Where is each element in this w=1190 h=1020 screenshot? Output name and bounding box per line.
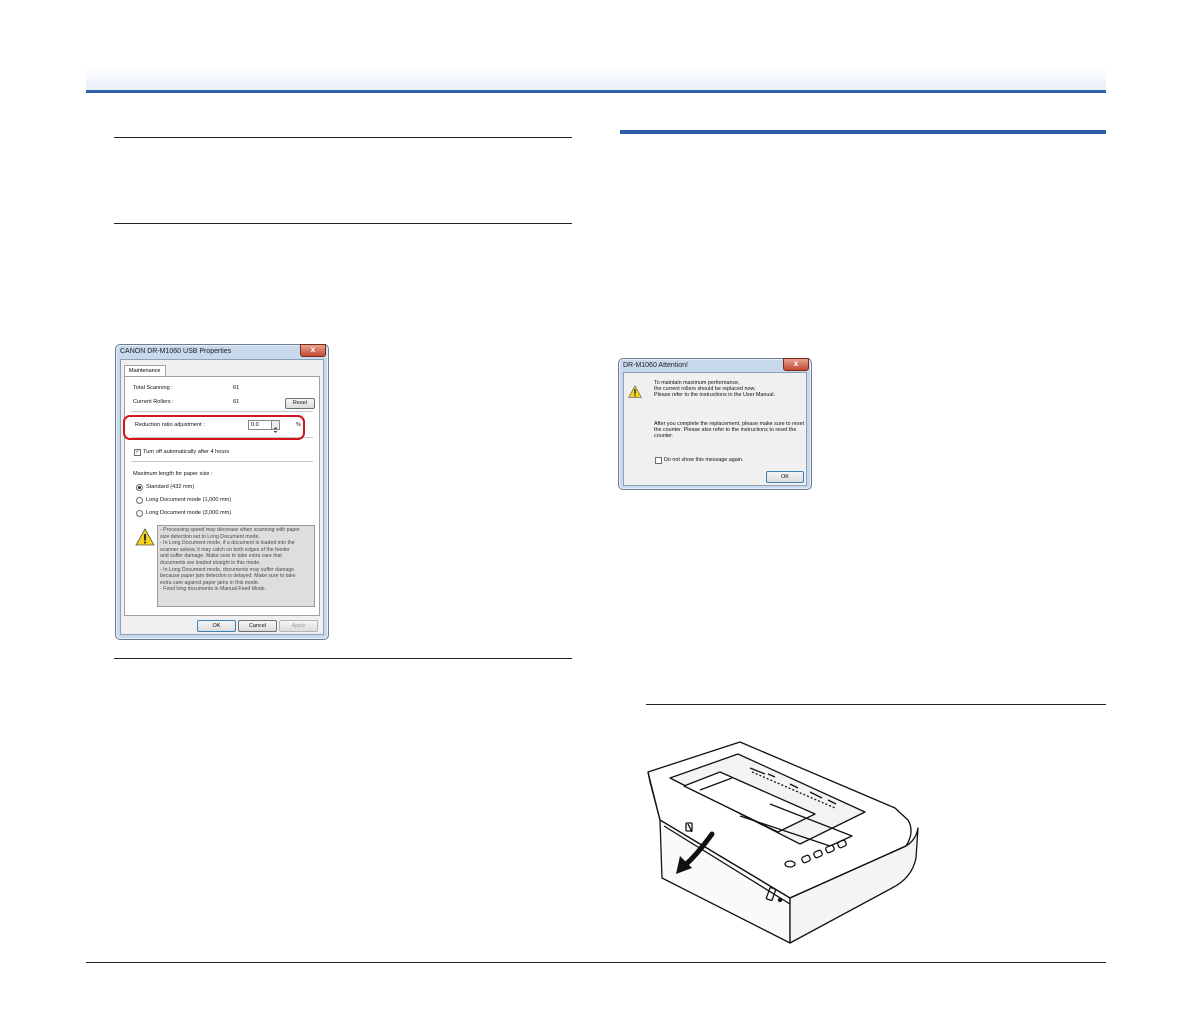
attention-dialog-title: DR-M1060 Attention! <box>623 362 688 369</box>
info-line: documents are loaded straight in this mo… <box>160 559 261 566</box>
ok-button[interactable]: OK <box>766 471 804 483</box>
reduction-ratio-highlight <box>123 415 305 440</box>
page-footer-rule <box>86 962 1106 963</box>
max-length-label: Maximum length for paper size : <box>133 471 213 477</box>
do-not-show-checkbox[interactable] <box>655 457 662 464</box>
radio-long-1000[interactable] <box>136 497 143 504</box>
current-rollers-value: 61 <box>233 399 240 405</box>
auto-off-checkbox[interactable]: ✓ <box>134 449 141 456</box>
separator <box>131 411 313 412</box>
do-not-show-label: Do not show this message again. <box>664 457 744 463</box>
radio-long-3000[interactable] <box>136 510 143 517</box>
info-line: - Processing speed may decrease when sca… <box>160 527 300 533</box>
radio-standard-label: Standard (432 mm) <box>146 484 195 490</box>
warning-icon <box>135 528 155 546</box>
attention-dialog: DR-M1060 Attention! x To maintain maximu… <box>618 358 812 490</box>
separator <box>131 461 313 462</box>
attention-client-area: To maintain maximum performance, the cur… <box>623 372 807 486</box>
left-rule-2 <box>114 223 572 224</box>
current-rollers-label: Current Rollers : <box>133 399 174 405</box>
long-document-info-box: - Processing speed may decrease when sca… <box>157 525 315 607</box>
close-icon: x <box>793 359 799 368</box>
total-scanning-label: Total Scanning : <box>133 385 173 391</box>
warning-icon <box>628 385 642 398</box>
reset-button[interactable]: Reset <box>285 398 315 409</box>
dialog-client-area: Maintenance Total Scanning : 61 Current … <box>120 359 324 635</box>
cancel-button[interactable]: Cancel <box>238 620 277 632</box>
radio-long-3000-label: Long Document mode (3,000 mm) <box>146 510 232 516</box>
total-scanning-value: 61 <box>233 385 240 391</box>
apply-button[interactable]: Apply <box>279 620 318 632</box>
message-line: the counter. Please also refer to the in… <box>654 427 797 434</box>
message-line: Please refer to the instructions in the … <box>654 392 776 399</box>
info-line: because paper jam detection is delayed. … <box>160 573 296 580</box>
radio-long-1000-label: Long Document mode (1,000 mm) <box>146 497 232 503</box>
auto-off-label: Turn off automatically after 4 hours <box>143 449 230 455</box>
close-icon: x <box>310 345 316 354</box>
message-line: counter. <box>654 433 674 440</box>
info-line: extra care against paper jams in this mo… <box>160 579 260 586</box>
page-header-band <box>86 66 1106 90</box>
info-line: - In Long Document mode, if a document i… <box>160 540 295 547</box>
info-line: and suffer damage. Make sure to take ext… <box>160 553 282 560</box>
left-rule-1 <box>114 137 572 138</box>
close-button[interactable]: x <box>783 358 809 371</box>
scanner-illustration <box>647 741 919 944</box>
maintenance-panel: Total Scanning : 61 Current Rollers : 61… <box>124 376 320 616</box>
info-line: - In Long Document mode, documents may s… <box>160 566 294 573</box>
info-line: size detection set to Long Document mode… <box>160 533 260 540</box>
page-header-rule <box>86 90 1106 93</box>
properties-dialog: CANON DR-M1060 USB Properties x Maintena… <box>115 344 329 640</box>
attention-message-top: To maintain maximum performance, the cur… <box>654 380 775 399</box>
attention-message-bottom: After you complete the replacement, plea… <box>654 421 804 440</box>
close-button[interactable]: x <box>300 344 326 357</box>
left-rule-3 <box>114 658 572 659</box>
info-line: - Feed long documents in Manual Feed Mod… <box>160 586 267 593</box>
right-rule-1 <box>646 704 1106 705</box>
ok-button[interactable]: OK <box>197 620 236 632</box>
properties-dialog-title: CANON DR-M1060 USB Properties <box>120 348 232 355</box>
info-line: scanner askew, it may catch on both edge… <box>160 546 290 553</box>
radio-standard[interactable] <box>136 484 143 491</box>
section-heading-rule <box>620 130 1106 134</box>
